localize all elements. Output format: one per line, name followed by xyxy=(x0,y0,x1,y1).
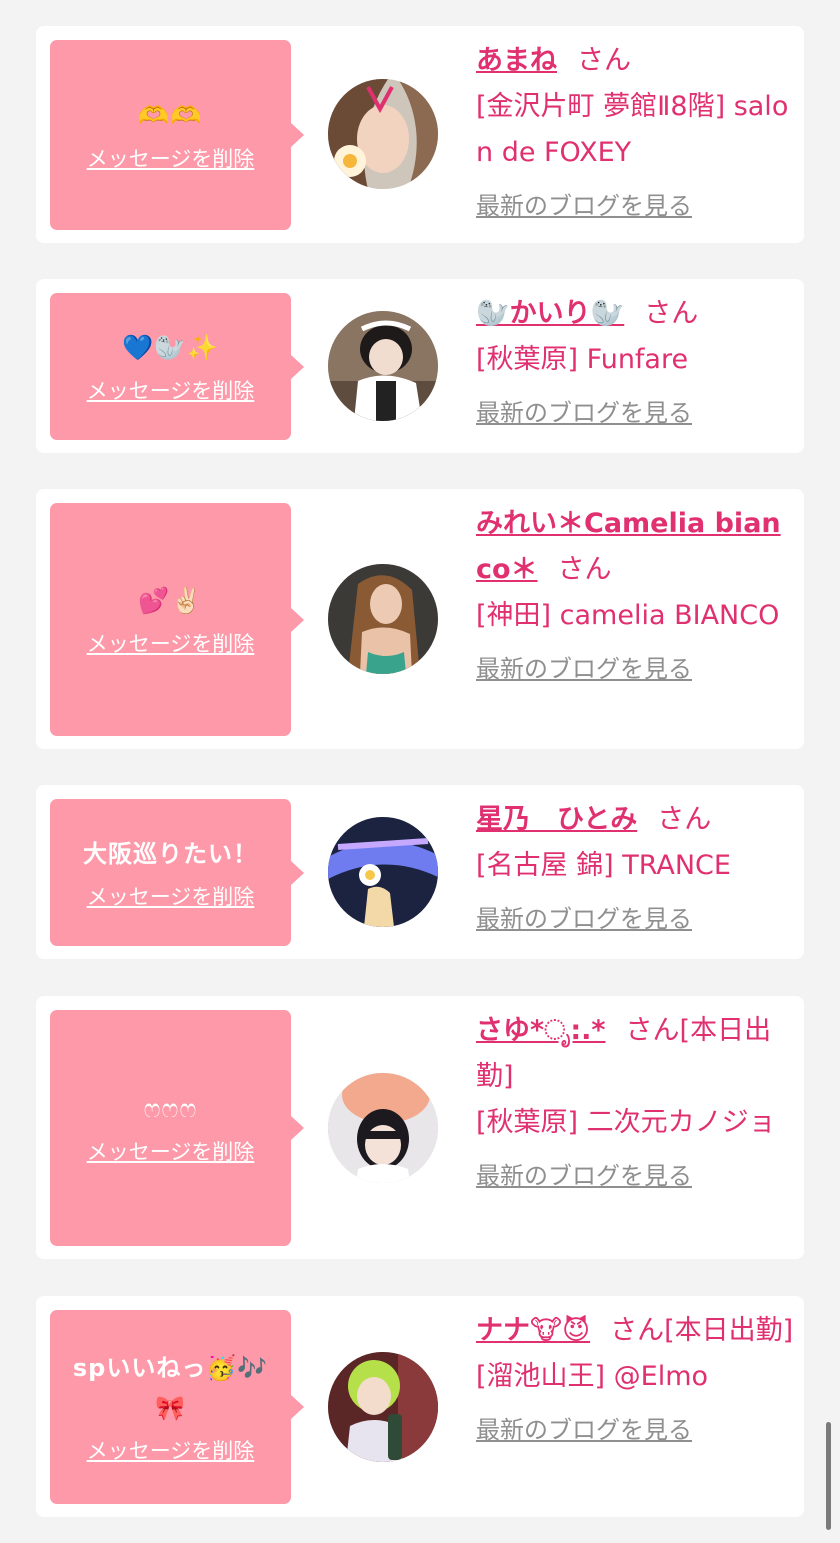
delete-message-link[interactable]: メッセージを削除 xyxy=(87,882,255,912)
message-bubble: 🫶🫶 メッセージを削除 xyxy=(50,40,304,230)
message-text: spいいねっ🥳🎶🎀 xyxy=(72,1354,269,1422)
message-card: 💕✌🏻 メッセージを削除 みれい＊Camelia bianco＊ さん [神田] … xyxy=(36,489,804,749)
name-line: 星乃 ひとみ さん xyxy=(476,797,796,843)
scrollbar-thumb[interactable] xyxy=(826,1422,831,1530)
name-line: 🦭かいり🦭 さん xyxy=(476,291,796,337)
girl-info: 🦭かいり🦭 さん [秋葉原] Funfare 最新のブログを見る xyxy=(476,291,796,436)
delete-message-link[interactable]: メッセージを削除 xyxy=(87,1137,255,1167)
message-card: 💙🦭✨ メッセージを削除 🦭かいり🦭 さん [秋葉原] Funfare 最新のブロ… xyxy=(36,279,804,453)
message-card: spいいねっ🥳🎶🎀 メッセージを削除 ナナ🐮😈 さん[本日出勤] [溜池山王] @… xyxy=(36,1296,804,1517)
name-line: みれい＊Camelia bianco＊ さん xyxy=(476,501,796,593)
avatar[interactable] xyxy=(328,817,438,927)
latest-blog-link[interactable]: 最新のブログを見る xyxy=(476,1410,692,1450)
message-text: ෆෆෆ xyxy=(143,1094,198,1123)
girl-name-link[interactable]: あまね xyxy=(476,45,557,76)
message-bubble: 大阪巡りたい！ メッセージを削除 xyxy=(50,799,304,946)
girl-info: さゆ*ೃ:.* さん[本日出勤] [秋葉原] 二次元カノジョ 最新のブログを見る xyxy=(476,1008,796,1199)
delete-message-link[interactable]: メッセージを削除 xyxy=(87,1436,255,1466)
shop-label: [神田] camelia BIANCO xyxy=(476,600,780,631)
girl-info: ナナ🐮😈 さん[本日出勤] [溜池山王] @Elmo 最新のブログを見る xyxy=(476,1308,796,1453)
avatar[interactable] xyxy=(328,1073,438,1183)
latest-blog-link[interactable]: 最新のブログを見る xyxy=(476,899,692,939)
message-card: 大阪巡りたい！ メッセージを削除 星乃 ひとみ さん [名古屋 錦] TRANCE… xyxy=(36,785,804,959)
latest-blog-link[interactable]: 最新のブログを見る xyxy=(476,186,692,226)
honorific: さん xyxy=(577,45,631,76)
girl-name-link[interactable]: みれい＊Camelia bianco＊ xyxy=(476,508,781,585)
delete-message-link[interactable]: メッセージを削除 xyxy=(87,629,255,659)
honorific: さん xyxy=(557,554,612,585)
latest-blog-link[interactable]: 最新のブログを見る xyxy=(476,1156,692,1196)
girl-name-link[interactable]: 🦭かいり🦭 xyxy=(476,298,624,329)
girl-info: みれい＊Camelia bianco＊ さん [神田] camelia BIANC… xyxy=(476,501,796,692)
shop-label: [秋葉原] Funfare xyxy=(476,344,689,375)
delete-message-link[interactable]: メッセージを削除 xyxy=(87,376,255,406)
name-line: あまね さん xyxy=(476,38,796,84)
avatar[interactable] xyxy=(328,311,438,421)
avatar[interactable] xyxy=(328,79,438,189)
latest-blog-link[interactable]: 最新のブログを見る xyxy=(476,649,692,689)
avatar[interactable] xyxy=(328,564,438,674)
message-card: 🫶🫶 メッセージを削除 あまね さん [金沢片町 夢館Ⅱ8階] salon de … xyxy=(36,26,804,243)
honorific: さん xyxy=(657,804,712,835)
message-bubble: 💕✌🏻 メッセージを削除 xyxy=(50,503,304,736)
message-bubble: ෆෆෆ メッセージを削除 xyxy=(50,1010,304,1246)
message-bubble: 💙🦭✨ メッセージを削除 xyxy=(50,293,304,440)
message-text: 💕✌🏻 xyxy=(138,585,203,615)
delete-message-link[interactable]: メッセージを削除 xyxy=(87,144,255,174)
honorific: さん[本日出勤] xyxy=(610,1315,794,1346)
shop-label: [名古屋 錦] TRANCE xyxy=(476,850,731,881)
avatar[interactable] xyxy=(328,1352,438,1462)
girl-info: あまね さん [金沢片町 夢館Ⅱ8階] salon de FOXEY 最新のブログ… xyxy=(476,38,796,229)
honorific: さん xyxy=(644,298,699,329)
message-card: ෆෆෆ メッセージを削除 さゆ*ೃ:.* さん[本日出勤] [秋葉原] 二次元カノ… xyxy=(36,996,804,1259)
message-text: 🫶🫶 xyxy=(138,101,203,130)
latest-blog-link[interactable]: 最新のブログを見る xyxy=(476,393,692,433)
shop-label: [溜池山王] @Elmo xyxy=(476,1361,709,1392)
girl-name-link[interactable]: ナナ🐮😈 xyxy=(476,1315,590,1346)
name-line: ナナ🐮😈 さん[本日出勤] xyxy=(476,1308,796,1354)
girl-info: 星乃 ひとみ さん [名古屋 錦] TRANCE 最新のブログを見る xyxy=(476,797,796,942)
shop-label: [秋葉原] 二次元カノジョ xyxy=(476,1107,776,1138)
message-text: 大阪巡りたい！ xyxy=(83,839,258,868)
girl-name-link[interactable]: 星乃 ひとみ xyxy=(476,804,637,835)
name-line: さゆ*ೃ:.* さん[本日出勤] xyxy=(476,1008,796,1100)
shop-label: [金沢片町 夢館Ⅱ8階] salon de FOXEY xyxy=(476,91,789,168)
message-text: 💙🦭✨ xyxy=(122,332,219,362)
message-bubble: spいいねっ🥳🎶🎀 メッセージを削除 xyxy=(50,1310,304,1504)
girl-name-link[interactable]: さゆ*ೃ:.* xyxy=(476,1015,606,1046)
